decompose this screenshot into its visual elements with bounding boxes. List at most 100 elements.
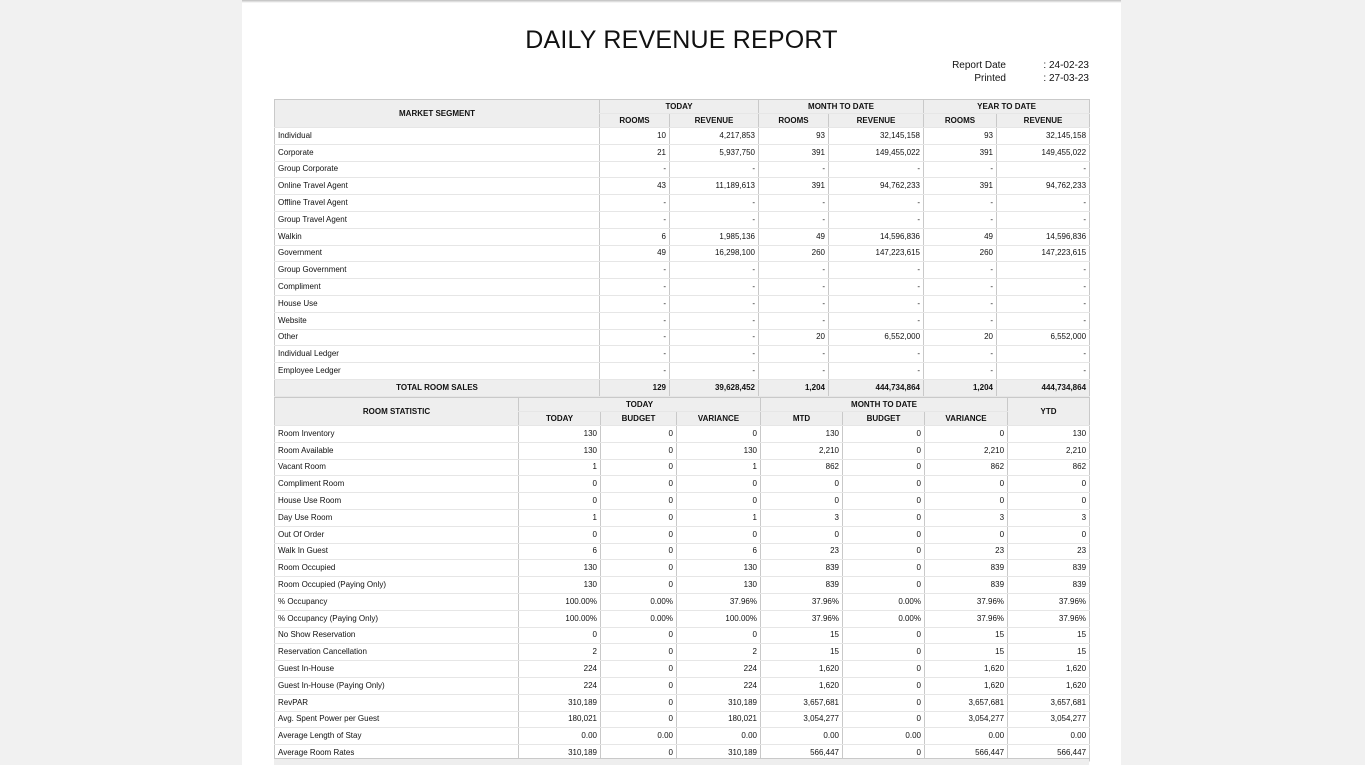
statistic-row: Vacant Room 1 0 1 862 0 862 862	[274, 459, 1090, 477]
table-cell: 0.00	[518, 727, 601, 746]
table-cell: -	[827, 194, 924, 212]
table-cell: -	[923, 194, 997, 212]
segment-group-mtd: MONTH TO DATE	[757, 99, 924, 114]
row-label: Room Occupied	[274, 559, 519, 578]
table-cell: 3,657,681	[760, 694, 843, 712]
table-cell: -	[923, 362, 997, 380]
table-cell: 0	[600, 643, 677, 662]
table-cell: -	[758, 278, 829, 296]
table-cell: 0	[676, 475, 761, 494]
total-row: TOTAL ROOM SALES 129 39,628,452 1,204 444,73…	[274, 378, 1090, 397]
table-cell: 0	[600, 576, 677, 594]
table-cell: 0	[842, 677, 925, 695]
row-label: Reservation Cancellation	[274, 643, 519, 662]
table-cell: 37.96%	[676, 593, 761, 611]
table-cell: 391	[923, 144, 997, 162]
row-label: Guest In-House (Paying Only)	[274, 677, 519, 695]
statistic-row: Avg. Spent Power per Guest 180,021 0 180,02…	[274, 711, 1090, 729]
table-cell: 3,054,277	[923, 711, 1008, 729]
table-cell: 37.96%	[1007, 593, 1090, 611]
table-cell: 3,657,681	[1007, 694, 1090, 712]
segment-sub-header: ROOMS	[758, 113, 829, 128]
table-cell: 37.96%	[923, 610, 1008, 628]
table-cell: 130	[518, 559, 601, 578]
table-cell: 0	[600, 627, 677, 645]
table-cell: 130	[518, 442, 601, 460]
report-meta: Report Date : 24-02-23 Printed : 27-03-2…	[942, 59, 1089, 85]
table-cell: 16,298,100	[669, 245, 759, 263]
table-cell: 1,620	[923, 677, 1008, 695]
table-cell: 0	[600, 459, 677, 477]
table-cell: -	[923, 211, 997, 229]
table-cell: -	[758, 261, 829, 280]
table-cell: 0	[676, 627, 761, 645]
table-cell: 0	[1007, 526, 1090, 544]
market-segment-table: MARKET SEGMENT TODAY MONTH TO DATE YEAR …	[274, 99, 1091, 397]
table-cell: 14,596,836	[996, 228, 1090, 246]
table-cell: 94,762,233	[996, 177, 1090, 196]
table-cell: 1,620	[1007, 677, 1090, 695]
statistic-sub-header: TODAY	[518, 411, 601, 426]
table-cell: 100.00%	[676, 610, 761, 628]
statistic-row: Guest In-House 224 0 224 1,620 0 1,620 1,620	[274, 660, 1090, 678]
table-cell: 0	[842, 711, 925, 729]
statistic-row: % Occupancy (Paying Only) 100.00% 0.00% 100…	[274, 610, 1090, 628]
segment-group-ytd: YEAR TO DATE	[923, 99, 1090, 114]
statistic-header-row: ROOM STATISTIC TODAY MONTH TO DATE YTD	[274, 397, 1090, 426]
table-cell: 147,223,615	[827, 245, 924, 263]
table-cell: -	[669, 362, 759, 380]
table-cell: -	[599, 278, 670, 296]
room-statistic-table: ROOM STATISTIC TODAY MONTH TO DATE YTD T…	[274, 397, 1091, 762]
statistic-group-mtd: MONTH TO DATE	[759, 397, 1008, 412]
table-cell: 6,552,000	[827, 329, 924, 347]
printed-label: Printed	[974, 73, 1006, 84]
row-label: Other	[274, 329, 600, 347]
statistic-row: Room Occupied 130 0 130 839 0 839 839	[274, 559, 1090, 578]
table-cell: 0	[842, 559, 925, 578]
table-cell: 0	[600, 543, 677, 561]
table-cell: 37.96%	[923, 593, 1008, 611]
table-cell: -	[758, 312, 829, 330]
table-cell: 0	[518, 492, 601, 510]
table-cell: 130	[676, 559, 761, 578]
table-cell: -	[923, 345, 997, 364]
table-cell: 0.00	[1007, 727, 1090, 746]
table-cell: -	[599, 261, 670, 280]
table-cell: 15	[923, 643, 1008, 662]
table-cell: 0	[923, 425, 1008, 443]
segment-row: Online Travel Agent 43 11,189,613 391 94,762…	[274, 177, 1090, 196]
table-cell: 37.96%	[1007, 610, 1090, 628]
table-cell: 21	[599, 144, 670, 162]
table-cell: -	[827, 261, 924, 280]
table-cell: -	[669, 161, 759, 179]
statistic-sub-header: VARIANCE	[676, 411, 761, 426]
segment-group-today: TODAY	[599, 99, 759, 114]
table-cell: 0	[600, 475, 677, 494]
total-cell: 1,204	[923, 378, 997, 397]
table-cell: 0	[842, 509, 925, 527]
table-cell: -	[827, 312, 924, 330]
statistic-row: Room Occupied (Paying Only) 130 0 130 839 0 83…	[274, 576, 1090, 594]
printed-value: : 27-03-23	[1043, 73, 1089, 84]
segment-row: Other - -20 6,552,000 20 6,552,000	[274, 329, 1090, 347]
table-cell: 49	[758, 228, 829, 246]
table-cell: 0	[842, 459, 925, 477]
table-cell: 839	[1007, 576, 1090, 594]
table-cell: -	[669, 211, 759, 229]
table-cell: 0	[842, 627, 925, 645]
table-cell: 0	[600, 677, 677, 695]
table-cell: -	[758, 295, 829, 313]
table-cell: 0	[842, 526, 925, 544]
row-label: Compliment	[274, 278, 600, 296]
table-cell: 3	[760, 509, 843, 527]
table-cell: 0	[760, 492, 843, 510]
segment-row: Group Travel Agent - - - - - -	[274, 211, 1090, 229]
row-label: House Use Room	[274, 492, 519, 510]
table-cell: 49	[923, 228, 997, 246]
table-cell: 0	[842, 425, 925, 443]
row-label: Employee Ledger	[274, 362, 600, 380]
table-cell: 23	[1007, 543, 1090, 561]
table-cell: 130	[676, 576, 761, 594]
statistic-row: Guest In-House (Paying Only) 224 0 224 1,620…	[274, 677, 1090, 695]
table-cell: -	[923, 295, 997, 313]
